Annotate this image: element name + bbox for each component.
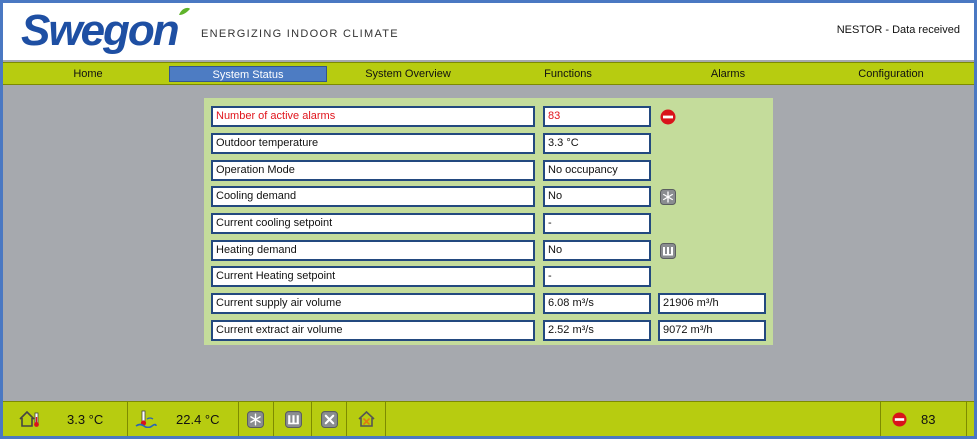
footer-supply-temp: 22.4 °C (176, 412, 220, 427)
status-value-supply-air-m3s: 6.08 m³/s (543, 293, 651, 314)
nav-system-overview[interactable]: System Overview (333, 66, 483, 82)
status-value-active-alarms: 83 (543, 106, 651, 127)
snowflake-icon[interactable] (247, 411, 264, 428)
footer-divider (273, 402, 274, 436)
status-label-cooling-demand: Cooling demand (211, 186, 535, 207)
logo-text: Swegon (21, 6, 179, 55)
status-value-extract-air-m3h: 9072 m³/h (658, 320, 766, 341)
connection-status: NESTOR - Data received (836, 24, 960, 36)
snowflake-icon (660, 189, 676, 205)
footer-alarm-count: 83 (921, 412, 936, 427)
radiator-icon[interactable] (285, 411, 302, 428)
status-value-extract-air-m3s: 2.52 m³/s (543, 320, 651, 341)
status-label-heating-setpoint: Current Heating setpoint (211, 266, 535, 287)
status-bar: 3.3 °C 22.4 °C 83 (3, 401, 974, 436)
status-label-outdoor-temp: Outdoor temperature (211, 133, 535, 154)
status-value-supply-air-m3h: 21906 m³/h (658, 293, 766, 314)
fan-stopped-icon[interactable] (321, 411, 338, 428)
nav-system-status[interactable]: System Status (169, 66, 327, 82)
header: Swegon ENERGIZING INDOOR CLIMATE NESTOR … (3, 3, 974, 60)
footer-divider (966, 402, 967, 436)
tagline: ENERGIZING INDOOR CLIMATE (201, 28, 399, 40)
nav-configuration[interactable]: Configuration (815, 66, 967, 82)
alarm-icon[interactable] (892, 412, 907, 427)
status-label-active-alarms: Number of active alarms (211, 106, 535, 127)
status-label-operation-mode: Operation Mode (211, 160, 535, 181)
footer-divider (311, 402, 312, 436)
status-label-supply-air: Current supply air volume (211, 293, 535, 314)
radiator-icon (660, 243, 676, 259)
leaf-icon (179, 7, 190, 15)
swegon-logo: Swegon (21, 6, 190, 55)
status-value-operation-mode: No occupancy (543, 160, 651, 181)
alarm-icon[interactable] (660, 109, 676, 125)
footer-divider (385, 402, 386, 436)
footer-divider (127, 402, 128, 436)
nav-alarms[interactable]: Alarms (653, 66, 803, 82)
app-frame: Swegon ENERGIZING INDOOR CLIMATE NESTOR … (3, 3, 974, 436)
status-value-outdoor-temp: 3.3 °C (543, 133, 651, 154)
status-label-heating-demand: Heating demand (211, 240, 535, 261)
status-value-cooling-demand: No (543, 186, 651, 207)
system-status-panel: Number of active alarms 83 Outdoor tempe… (204, 98, 773, 345)
footer-divider (238, 402, 239, 436)
main-nav: Home System Status System Overview Funct… (3, 62, 974, 85)
footer-divider (880, 402, 881, 436)
status-label-cooling-setpoint: Current cooling setpoint (211, 213, 535, 234)
nav-home[interactable]: Home (3, 66, 173, 82)
status-label-extract-air: Current extract air volume (211, 320, 535, 341)
supply-temperature-icon (135, 410, 157, 428)
nav-functions[interactable]: Functions (493, 66, 643, 82)
status-value-heating-demand: No (543, 240, 651, 261)
house-thermometer-icon (19, 410, 39, 427)
status-value-heating-setpoint: - (543, 266, 651, 287)
status-value-cooling-setpoint: - (543, 213, 651, 234)
house-alarm-icon[interactable] (357, 410, 376, 428)
footer-outdoor-temp: 3.3 °C (67, 412, 104, 427)
footer-divider (346, 402, 347, 436)
